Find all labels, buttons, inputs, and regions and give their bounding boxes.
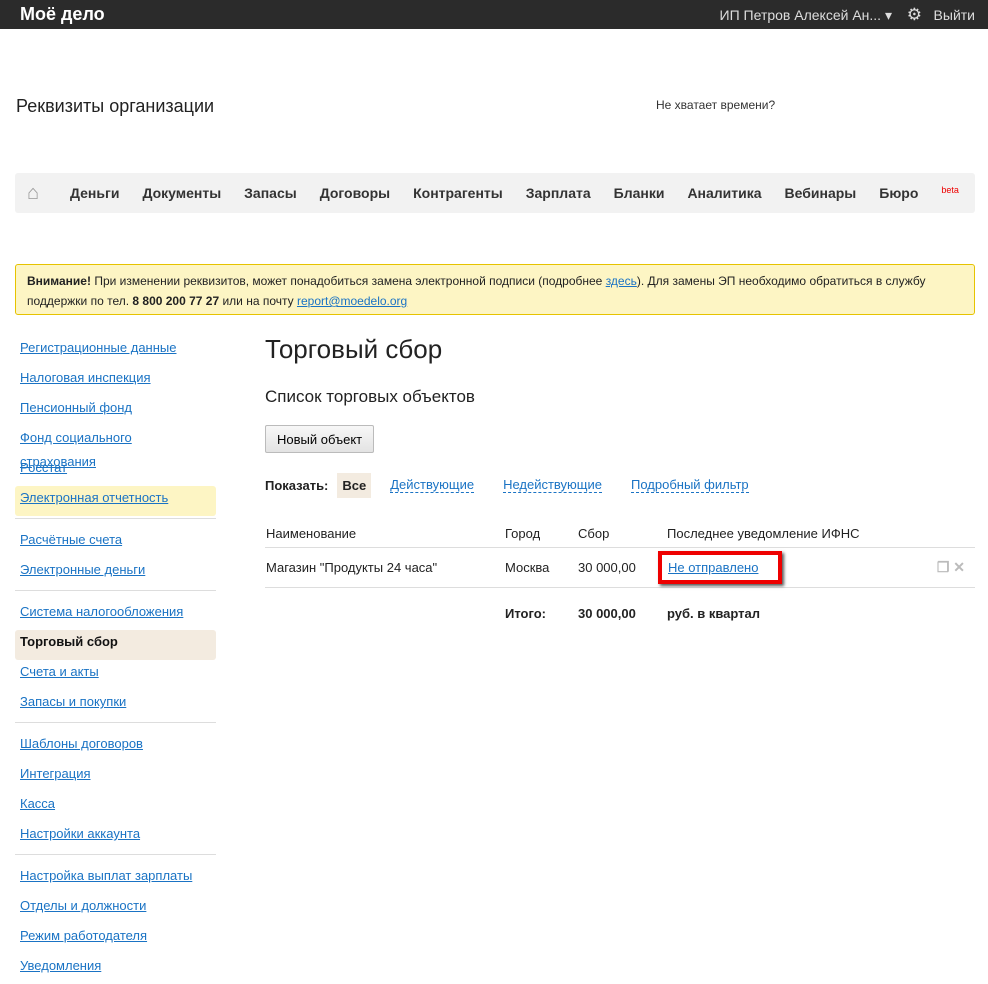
logo[interactable]: Моё дело — [20, 4, 105, 25]
sidebar-item-label: Настройка выплат зарплаты — [20, 868, 193, 883]
sidebar-item[interactable]: Электронные деньги — [15, 558, 216, 588]
sidebar-item-label: Запасы и покупки — [20, 694, 127, 709]
sidebar-item[interactable]: Система налогообложения — [15, 600, 216, 630]
filter-label: Показать: — [265, 477, 329, 493]
sidebar-item-label: Система налогообложения — [20, 604, 184, 619]
sidebar-item[interactable]: Налоговая инспекция — [15, 366, 216, 396]
logout-link[interactable]: Выйти — [934, 7, 975, 23]
sidebar-item-label: Пенсионный фонд — [20, 400, 133, 415]
sidebar-item[interactable]: Отделы и должности — [15, 894, 216, 924]
support-email-link[interactable]: report@moedelo.org — [297, 294, 407, 308]
warning-label: Внимание! — [27, 274, 91, 288]
page-header-title: Реквизиты организации — [16, 96, 215, 116]
filter-all[interactable]: Все — [337, 472, 372, 498]
home-icon[interactable]: ⌂ — [27, 182, 39, 205]
sidebar-item[interactable]: Режим работодателя — [15, 924, 216, 954]
object-name: Магазин "Продукты 24 часа" — [266, 560, 438, 575]
details-link[interactable]: здесь — [606, 274, 637, 288]
trade-objects-table: Наименование Город Сбор Последнее уведом… — [265, 520, 975, 636]
sidebar-item-label: Регистрационные данные — [20, 340, 177, 355]
sidebar-item[interactable]: Уведомления — [15, 954, 216, 984]
warning-banner: Внимание! При изменении реквизитов, може… — [15, 264, 975, 315]
nav-item[interactable]: Документы — [142, 185, 221, 201]
nav-item[interactable]: Бюро — [879, 185, 918, 201]
nav-item[interactable]: Договоры — [320, 185, 390, 201]
copy-icon[interactable]: ❐ — [937, 559, 950, 575]
column-header: Сбор — [578, 526, 610, 541]
nav-item[interactable]: Контрагенты — [413, 185, 503, 201]
sidebar-item[interactable]: Настройка выплат зарплаты — [15, 864, 216, 894]
gear-icon[interactable]: ⚙ — [907, 5, 922, 25]
sidebar-item-label: Уведомления — [20, 958, 102, 973]
sidebar-item-label: Расчётные счета — [20, 532, 123, 547]
filter-active[interactable]: Действующие — [390, 477, 475, 493]
top-bar: Моё дело ИП Петров Алексей Ан... ▾ ⚙ Вый… — [0, 0, 988, 29]
sidebar-item-label: Отделы и должности — [20, 898, 147, 913]
sidebar-item-label: Торговый сбор — [20, 634, 118, 649]
object-city: Москва — [505, 560, 550, 575]
nav-item[interactable]: Зарплата — [526, 185, 591, 201]
user-menu[interactable]: ИП Петров Алексей Ан... ▾ — [720, 7, 892, 24]
divider — [15, 854, 216, 855]
divider — [15, 722, 216, 723]
delete-icon[interactable]: ✕ — [953, 559, 965, 575]
warning-text: или на почту — [219, 294, 297, 308]
warning-text: При изменении реквизитов, может понадоби… — [90, 274, 606, 288]
sidebar-item-label: Электронная отчетность — [20, 490, 169, 505]
page-title: Торговый сбор — [265, 334, 443, 364]
nav-item[interactable]: Аналитика — [687, 185, 761, 201]
table-row[interactable]: Магазин "Продукты 24 часа" Москва 30 000… — [265, 548, 975, 588]
sidebar-item[interactable]: Торговый сбор — [15, 630, 216, 660]
chevron-down-icon: ▾ — [884, 7, 892, 23]
sidebar-item-label: Интеграция — [20, 766, 91, 781]
sidebar-item-label: Росстат — [20, 460, 68, 475]
column-header: Город — [505, 526, 541, 541]
nav-item[interactable]: Деньги — [70, 185, 119, 201]
nav-item[interactable]: Запасы — [244, 185, 297, 201]
main-nav: ⌂ Деньги Документы Запасы Договоры Контраген… — [15, 173, 975, 213]
total-row: Итого: 30 000,00 руб. в квартал — [265, 588, 975, 636]
sidebar-item[interactable]: Настройки аккаунта — [15, 822, 216, 852]
total-label: Итого: — [505, 606, 546, 621]
object-fee: 30 000,00 — [578, 560, 636, 575]
sidebar-item-label: Настройки аккаунта — [20, 826, 141, 841]
sidebar-item[interactable]: Фонд социального страхования — [15, 426, 216, 469]
filter-inactive[interactable]: Недействующие — [503, 477, 602, 493]
sidebar-item[interactable]: Росстат — [15, 456, 216, 486]
filter-bar: Показать: Все Действующие Недействующие … — [265, 472, 778, 498]
sidebar-item[interactable]: Шаблоны договоров — [15, 732, 216, 762]
sidebar-item[interactable]: Запасы и покупки — [15, 690, 216, 720]
sidebar-item[interactable]: Счета и акты — [15, 660, 216, 690]
section-title: Список торговых объектов — [265, 387, 475, 406]
column-header: Наименование — [266, 526, 357, 541]
notification-status-link[interactable]: Не отправлено — [668, 560, 758, 575]
sidebar-item-label: Режим работодателя — [20, 928, 148, 943]
nav-item[interactable]: Вебинары — [785, 185, 857, 201]
total-unit: руб. в квартал — [667, 606, 761, 621]
filter-detailed[interactable]: Подробный фильтр — [630, 477, 749, 493]
sidebar-item[interactable]: Регистрационные данные — [15, 336, 216, 366]
sidebar-item[interactable]: Интеграция — [15, 762, 216, 792]
column-header: Последнее уведомление ИФНС — [667, 526, 860, 541]
sidebar-item-label: Шаблоны договоров — [20, 736, 143, 751]
sidebar-item-label: Электронные деньги — [20, 562, 146, 577]
sidebar-item[interactable]: Пенсионный фонд — [15, 396, 216, 426]
sidebar: Регистрационные данные Налоговая инспекци… — [15, 336, 216, 984]
sidebar-item[interactable]: Касса — [15, 792, 216, 822]
sidebar-item-label: Налоговая инспекция — [20, 370, 151, 385]
sidebar-item-label: Касса — [20, 796, 56, 811]
divider — [15, 590, 216, 591]
no-time-link[interactable]: Не хватает времени? — [656, 98, 775, 112]
table-header: Наименование Город Сбор Последнее уведом… — [265, 520, 975, 548]
user-name: ИП Петров Алексей Ан... — [719, 7, 882, 23]
sidebar-item[interactable]: Расчётные счета — [15, 528, 216, 558]
divider — [15, 518, 216, 519]
nav-item[interactable]: Бланки — [614, 185, 665, 201]
support-phone: 8 800 200 77 27 — [132, 294, 220, 308]
sidebar-item[interactable]: Электронная отчетность — [15, 486, 216, 516]
new-object-button[interactable]: Новый объект — [265, 425, 375, 453]
sidebar-item-label: Счета и акты — [20, 664, 99, 679]
beta-badge: beta — [941, 185, 959, 195]
total-value: 30 000,00 — [578, 606, 636, 621]
